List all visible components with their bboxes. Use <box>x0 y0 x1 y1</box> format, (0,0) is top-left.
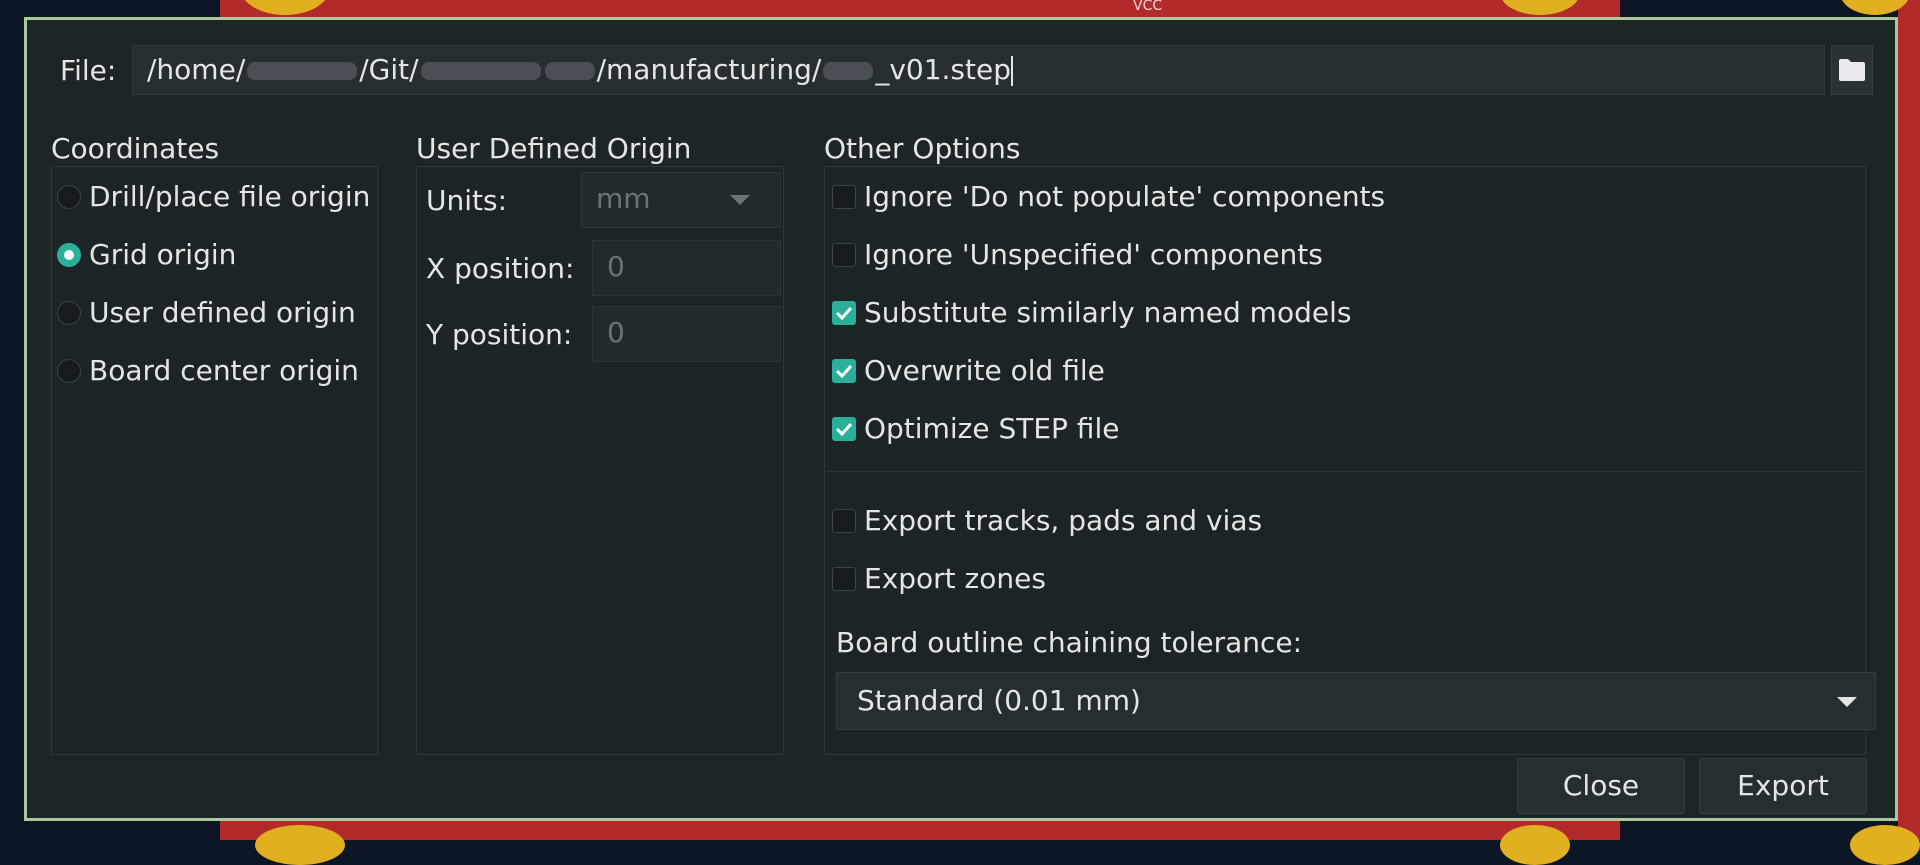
units-label: Units: <box>426 184 508 217</box>
chevron-down-icon <box>730 195 750 205</box>
path-segment: /home/ <box>147 53 246 86</box>
x-position-label: X position: <box>426 252 575 285</box>
x-position-input[interactable]: 0 <box>592 240 781 296</box>
checkbox-export-tracks[interactable]: Export tracks, pads and vias <box>832 504 1262 537</box>
redacted-segment <box>420 62 541 80</box>
checkbox-indicator <box>832 566 856 591</box>
checkbox-label: Export tracks, pads and vias <box>864 504 1263 537</box>
checkbox-label: Optimize STEP file <box>864 412 1120 445</box>
checkbox-label: Export zones <box>864 562 1046 595</box>
y-position-label: Y position: <box>426 318 573 351</box>
folder-icon <box>1839 59 1865 81</box>
redacted-segment <box>247 62 358 80</box>
other-options-title: Other Options <box>824 132 1021 165</box>
radio-indicator <box>57 300 81 325</box>
checkmark-icon <box>835 422 853 436</box>
checkbox-ignore-dnp[interactable]: Ignore 'Do not populate' components <box>832 180 1385 213</box>
vcc-label: VCC <box>1133 0 1163 14</box>
checkbox-substitute-models[interactable]: Substitute similarly named models <box>832 296 1351 329</box>
export-step-dialog: File: /home/ /Git/ /manufacturing/ _v01.ste… <box>24 17 1898 821</box>
radio-label: User defined origin <box>89 296 356 329</box>
checkbox-indicator <box>832 184 856 209</box>
path-segment: /manufacturing/ <box>596 53 822 86</box>
checkmark-icon <box>835 306 853 320</box>
y-position-input[interactable]: 0 <box>592 306 781 362</box>
file-label: File: <box>60 54 117 87</box>
radio-user-defined-origin[interactable]: User defined origin <box>57 296 356 329</box>
file-path-input[interactable]: /home/ /Git/ /manufacturing/ _v01.step <box>132 45 1825 95</box>
checkbox-ignore-unspecified[interactable]: Ignore 'Unspecified' components <box>832 238 1323 271</box>
units-select[interactable]: mm <box>581 172 781 228</box>
checkbox-indicator <box>832 242 856 267</box>
radio-grid-origin[interactable]: Grid origin <box>57 238 236 271</box>
checkbox-label: Ignore 'Do not populate' components <box>864 180 1386 213</box>
user-origin-title: User Defined Origin <box>416 132 692 165</box>
radio-indicator-selected <box>57 242 81 267</box>
radio-indicator <box>57 184 81 209</box>
checkbox-indicator <box>832 508 856 533</box>
path-segment: /Git/ <box>359 53 419 86</box>
checkbox-label: Overwrite old file <box>864 354 1105 387</box>
checkbox-label: Ignore 'Unspecified' components <box>864 238 1323 271</box>
radio-drill-place-origin[interactable]: Drill/place file origin <box>57 180 370 213</box>
radio-label: Board center origin <box>89 354 359 387</box>
chevron-down-icon <box>1837 697 1857 707</box>
checkmark-icon <box>835 364 853 378</box>
text-caret <box>1011 56 1013 86</box>
options-separator <box>827 471 1863 472</box>
checkbox-indicator-checked <box>832 416 856 441</box>
path-segment: _v01.step <box>875 53 1011 86</box>
coordinates-title: Coordinates <box>51 132 220 165</box>
close-button[interactable]: Close <box>1517 758 1685 814</box>
radio-label: Grid origin <box>89 238 237 271</box>
export-button[interactable]: Export <box>1699 758 1867 814</box>
browse-folder-button[interactable] <box>1831 45 1873 95</box>
radio-label: Drill/place file origin <box>89 180 371 213</box>
checkbox-overwrite-file[interactable]: Overwrite old file <box>832 354 1105 387</box>
tolerance-value: Standard (0.01 mm) <box>857 684 1141 717</box>
checkbox-indicator-checked <box>832 358 856 383</box>
checkbox-export-zones[interactable]: Export zones <box>832 562 1046 595</box>
redacted-segment <box>823 62 874 80</box>
checkbox-optimize-step[interactable]: Optimize STEP file <box>832 412 1119 445</box>
tolerance-select[interactable]: Standard (0.01 mm) <box>836 672 1876 730</box>
tolerance-label: Board outline chaining tolerance: <box>836 626 1303 659</box>
checkbox-label: Substitute similarly named models <box>864 296 1352 329</box>
redacted-segment <box>544 62 595 80</box>
checkbox-indicator-checked <box>832 300 856 325</box>
radio-indicator <box>57 358 81 383</box>
radio-board-center-origin[interactable]: Board center origin <box>57 354 359 387</box>
units-value: mm <box>596 182 651 215</box>
